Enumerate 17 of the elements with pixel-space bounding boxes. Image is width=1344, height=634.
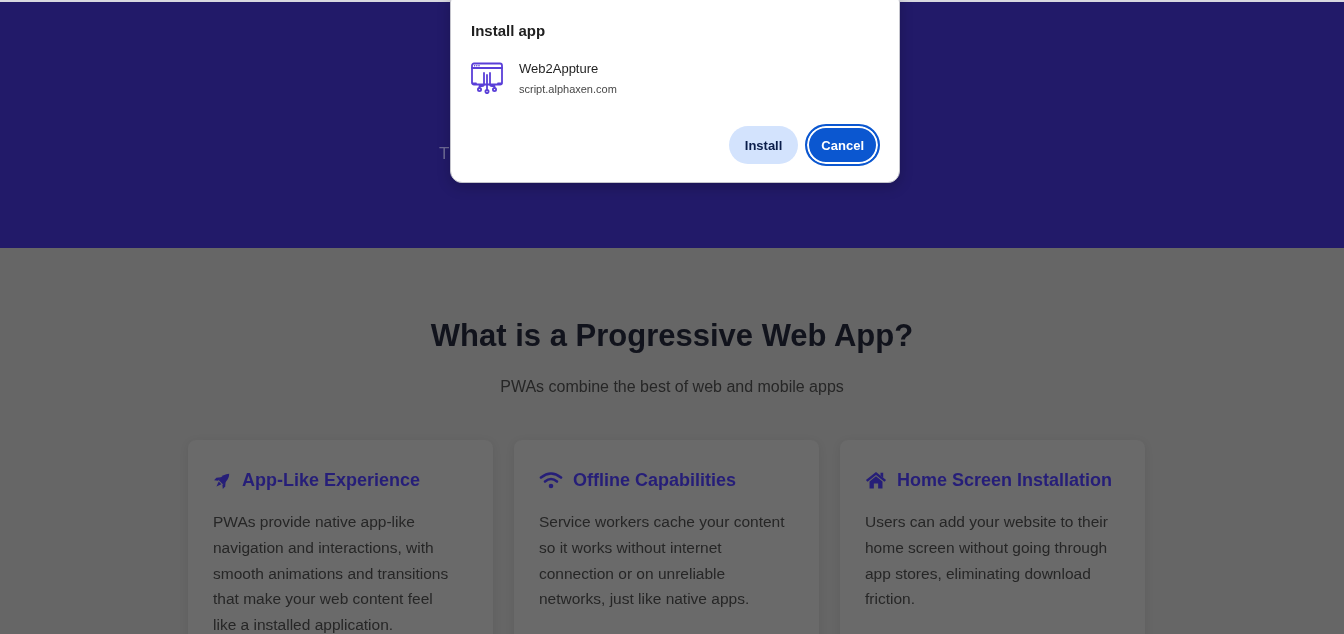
card-title: Home Screen Installation [897, 469, 1113, 492]
app-name: Web2Appture [519, 61, 599, 77]
hero-subtitle: T [439, 143, 450, 165]
browser-window-icon [471, 62, 503, 94]
cancel-button[interactable]: Cancel [805, 124, 880, 166]
dialog-title: Install app [471, 21, 546, 41]
install-button[interactable]: Install [728, 126, 799, 164]
card-title: Offline Capabilities [573, 469, 737, 492]
home-icon [865, 471, 887, 489]
card-description: Users can add your website to their home screen without going through app stores, eliminating download friction. [865, 512, 1109, 610]
section-subtitle: PWAs combine the best of web and mobile apps [500, 377, 844, 397]
wifi-icon [539, 471, 563, 489]
app-url: script.alphaxen.com [519, 82, 617, 97]
card-description: Service workers cache your content so it works without internet connection or on unreliable networks, just like native apps. [539, 512, 785, 610]
card-description: PWAs provide native app-like navigation and interactions, with smooth animations and transitions that make your web content feel like a installed application. [213, 512, 450, 634]
section-heading: What is a Progressive Web App? [430, 317, 914, 355]
card-title: App-Like Experience [242, 469, 421, 492]
